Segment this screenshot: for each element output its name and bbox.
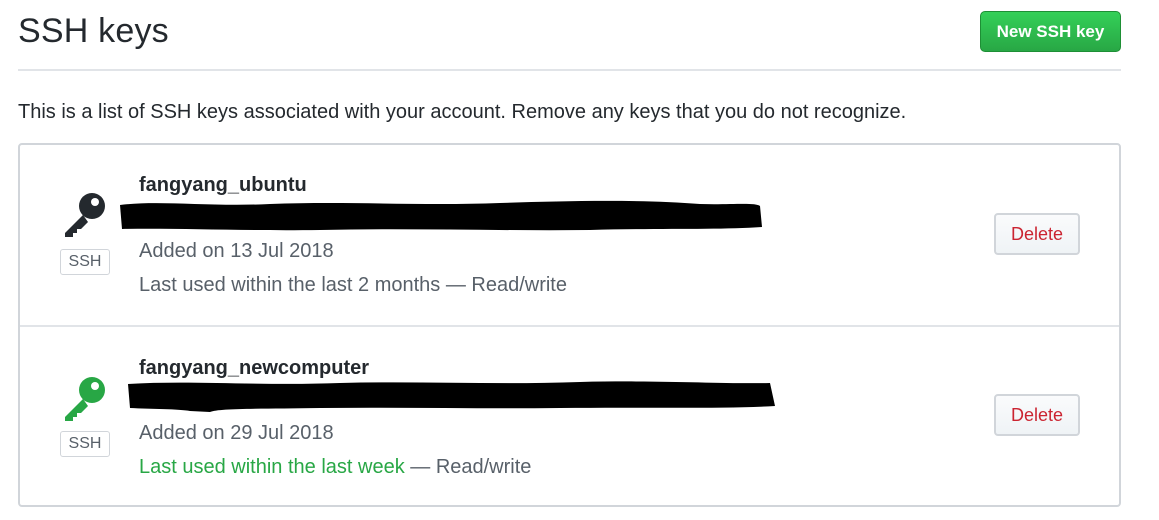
key-icon [60,373,110,423]
key-last-used: Last used within the last week — Read/wr… [139,456,531,479]
redacted-fingerprint [120,197,765,231]
page-header: SSH keys New SSH key [18,0,1121,71]
new-ssh-key-button[interactable]: New SSH key [980,11,1121,52]
last-used-text: Last used within the last week [139,456,405,478]
ssh-key-row: SSH fangyang_newcomputer Added on 29 Jul… [20,327,1119,507]
ssh-key-list: SSH fangyang_ubuntu Added on 13 Jul 2018… [18,143,1121,507]
key-last-used: Last used within the last 2 months — Rea… [139,274,567,297]
redacted-fingerprint [120,378,780,412]
access-level: — Read/write [440,274,567,296]
key-title: fangyang_newcomputer [139,357,370,379]
access-level: — Read/write [404,456,532,478]
key-title: fangyang_ubuntu [139,174,307,196]
delete-key-button[interactable]: Delete [994,394,1080,436]
ssh-badge: SSH [60,431,110,457]
ssh-key-row: SSH fangyang_ubuntu Added on 13 Jul 2018… [20,145,1119,327]
intro-text: This is a list of SSH keys associated wi… [18,101,907,123]
page-title: SSH keys [18,12,169,50]
key-added-date: Added on 13 Jul 2018 [139,240,334,262]
last-used-text: Last used within the last 2 months [139,274,441,296]
delete-key-button[interactable]: Delete [994,213,1080,255]
key-icon [60,189,110,239]
ssh-badge: SSH [60,249,110,275]
key-added-date: Added on 29 Jul 2018 [139,422,334,444]
